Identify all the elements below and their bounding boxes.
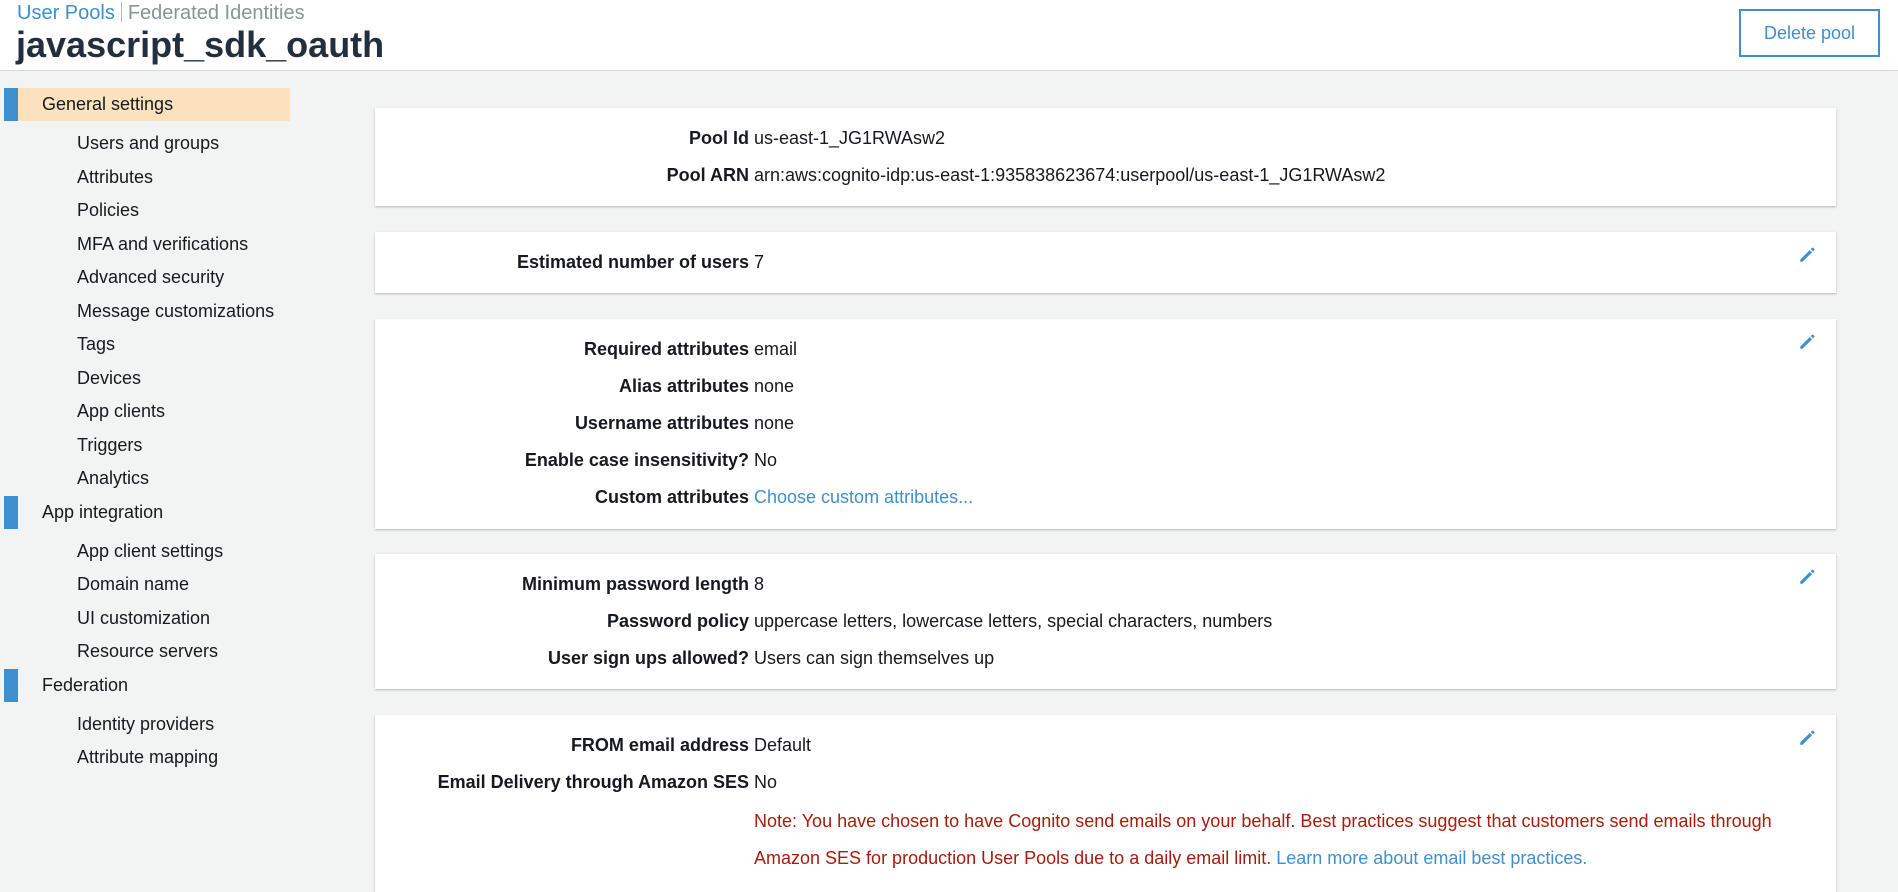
sidebar-section-general-settings[interactable]: General settings bbox=[4, 88, 290, 121]
required-attributes-value: email bbox=[754, 339, 798, 359]
pool-arn-value: arn:aws:cognito-idp:us-east-1:9358386236… bbox=[754, 165, 1386, 185]
users-row: Estimated number of users 7 bbox=[375, 244, 1836, 281]
email-panel: FROM email address Default Email Deliver… bbox=[375, 715, 1836, 892]
ses-warning-note: Note: You have chosen to have Cognito se… bbox=[754, 803, 1824, 877]
sidebar-item-tags[interactable]: Tags bbox=[0, 328, 300, 362]
breadcrumb: User Pools Federated Identities bbox=[17, 2, 305, 25]
username-attributes-value: none bbox=[754, 413, 795, 433]
breadcrumb-separator bbox=[120, 2, 122, 22]
users-value: 7 bbox=[754, 252, 765, 272]
username-attributes-row: Username attributes none bbox=[375, 405, 1836, 442]
sidebar-item-advanced-security[interactable]: Advanced security bbox=[0, 261, 300, 295]
sidebar-nav: General settings Users and groups Attrib… bbox=[0, 88, 300, 775]
from-email-value: Default bbox=[754, 735, 812, 755]
sidebar-section-app-integration[interactable]: App integration bbox=[4, 495, 290, 529]
page-header: User Pools Federated Identities javascrip… bbox=[0, 0, 1898, 71]
sidebar-item-attribute-mapping[interactable]: Attribute mapping bbox=[0, 741, 300, 775]
pool-arn-label: Pool ARN bbox=[666, 165, 749, 185]
required-attributes-label: Required attributes bbox=[583, 339, 749, 359]
user-sign-ups-row: User sign ups allowed? Users can sign th… bbox=[375, 640, 1836, 677]
sidebar-item-resource-servers[interactable]: Resource servers bbox=[0, 635, 300, 669]
breadcrumb-federated-identities[interactable]: Federated Identities bbox=[128, 2, 305, 24]
pencil-icon[interactable] bbox=[1798, 729, 1816, 747]
alias-attributes-row: Alias attributes none bbox=[375, 368, 1836, 405]
breadcrumb-user-pools[interactable]: User Pools bbox=[17, 2, 115, 24]
sidebar-item-message-customizations[interactable]: Message customizations bbox=[0, 295, 300, 329]
email-best-practices-link[interactable]: Learn more about email best practices. bbox=[1276, 848, 1587, 868]
password-panel: Minimum password length 8 Password polic… bbox=[375, 554, 1836, 689]
pool-id-label: Pool Id bbox=[689, 128, 749, 148]
password-policy-value: uppercase letters, lowercase letters, sp… bbox=[754, 611, 1273, 631]
users-label: Estimated number of users bbox=[516, 252, 749, 272]
sidebar-item-users-and-groups[interactable]: Users and groups bbox=[0, 127, 300, 161]
sidebar-item-identity-providers[interactable]: Identity providers bbox=[0, 708, 300, 742]
pool-info-panel: Pool Id us-east-1_JG1RWAsw2 Pool ARN arn… bbox=[375, 108, 1836, 206]
users-panel: Estimated number of users 7 bbox=[375, 232, 1836, 293]
pencil-icon[interactable] bbox=[1798, 246, 1816, 264]
sidebar-item-app-clients[interactable]: App clients bbox=[0, 395, 300, 429]
attributes-panel: Required attributes email Alias attribut… bbox=[375, 319, 1836, 529]
user-sign-ups-value: Users can sign themselves up bbox=[754, 648, 995, 668]
username-attributes-label: Username attributes bbox=[574, 413, 749, 433]
pool-id-row: Pool Id us-east-1_JG1RWAsw2 bbox=[375, 120, 1836, 157]
sidebar-item-domain-name[interactable]: Domain name bbox=[0, 568, 300, 602]
password-policy-label: Password policy bbox=[606, 611, 749, 631]
page-title: javascript_sdk_oauth bbox=[16, 24, 385, 65]
custom-attributes-row: Custom attributes Choose custom attribut… bbox=[375, 479, 1836, 516]
min-password-length-label: Minimum password length bbox=[521, 574, 749, 594]
sidebar-item-policies[interactable]: Policies bbox=[0, 194, 300, 228]
sidebar-item-devices[interactable]: Devices bbox=[0, 362, 300, 396]
sidebar-section-federation[interactable]: Federation bbox=[4, 668, 290, 702]
choose-custom-attributes-link[interactable]: Choose custom attributes... bbox=[754, 479, 973, 516]
min-password-length-row: Minimum password length 8 bbox=[375, 566, 1836, 603]
alias-attributes-label: Alias attributes bbox=[618, 376, 749, 396]
case-insensitivity-row: Enable case insensitivity? No bbox=[375, 442, 1836, 479]
min-password-length-value: 8 bbox=[754, 574, 765, 594]
alias-attributes-value: none bbox=[754, 376, 795, 396]
ses-delivery-row: Email Delivery through Amazon SES No bbox=[375, 764, 1836, 801]
delete-pool-button[interactable]: Delete pool bbox=[1739, 9, 1880, 57]
required-attributes-row: Required attributes email bbox=[375, 331, 1836, 368]
user-sign-ups-label: User sign ups allowed? bbox=[547, 648, 749, 668]
sidebar-item-analytics[interactable]: Analytics bbox=[0, 462, 300, 496]
sidebar-item-mfa[interactable]: MFA and verifications bbox=[0, 228, 300, 262]
pencil-icon[interactable] bbox=[1798, 568, 1816, 586]
from-email-label: FROM email address bbox=[570, 735, 749, 755]
sidebar-item-ui-customization[interactable]: UI customization bbox=[0, 602, 300, 636]
ses-delivery-label: Email Delivery through Amazon SES bbox=[437, 772, 749, 792]
ses-warning-text: Note: You have chosen to have Cognito se… bbox=[754, 811, 1772, 868]
password-policy-row: Password policy uppercase letters, lower… bbox=[375, 603, 1836, 640]
custom-attributes-label: Custom attributes bbox=[594, 487, 749, 507]
case-insensitivity-label: Enable case insensitivity? bbox=[524, 450, 749, 470]
pool-id-value: us-east-1_JG1RWAsw2 bbox=[754, 128, 946, 148]
sidebar-item-triggers[interactable]: Triggers bbox=[0, 429, 300, 463]
ses-delivery-value: No bbox=[754, 772, 778, 792]
pool-arn-row: Pool ARN arn:aws:cognito-idp:us-east-1:9… bbox=[375, 157, 1836, 194]
from-email-row: FROM email address Default bbox=[375, 727, 1836, 764]
case-insensitivity-value: No bbox=[754, 450, 778, 470]
sidebar-item-attributes[interactable]: Attributes bbox=[0, 161, 300, 195]
pencil-icon[interactable] bbox=[1798, 333, 1816, 351]
sidebar-item-app-client-settings[interactable]: App client settings bbox=[0, 535, 300, 569]
